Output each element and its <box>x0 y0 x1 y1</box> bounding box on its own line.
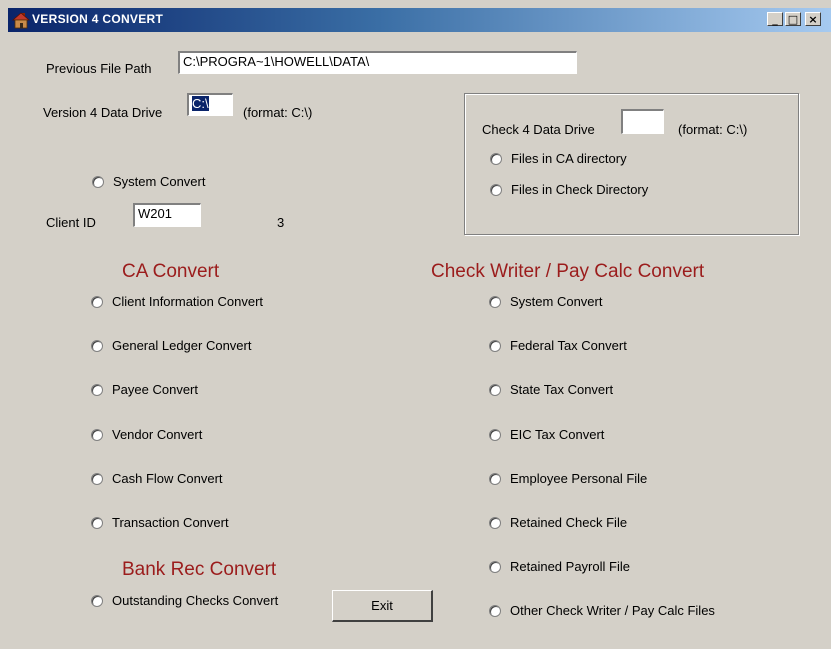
radio-circle <box>490 183 502 196</box>
radio-circle <box>91 295 103 308</box>
outstanding-checks-radio[interactable]: Outstanding Checks Convert <box>91 593 278 608</box>
radio-label: System Convert <box>113 174 206 189</box>
minimize-button[interactable]: _ <box>767 12 783 26</box>
radio-circle <box>489 604 501 617</box>
maximize-button[interactable]: □ <box>785 12 801 26</box>
radio-circle <box>489 339 501 352</box>
v4-data-drive-value: C:\ <box>192 96 209 111</box>
radio-circle <box>91 516 103 529</box>
radio-circle <box>91 594 103 607</box>
title-bar[interactable]: VERSION 4 CONVERT _ □ × <box>8 8 831 32</box>
radio-circle <box>490 152 502 165</box>
cw-radio-state-tax[interactable]: State Tax Convert <box>489 382 613 397</box>
ca-radio-payee[interactable]: Payee Convert <box>91 382 198 397</box>
radio-circle <box>91 383 103 396</box>
ca-radio-general-ledger[interactable]: General Ledger Convert <box>91 338 251 353</box>
cw-radio-retained-payroll[interactable]: Retained Payroll File <box>489 559 630 574</box>
previous-file-path-label: Previous File Path <box>46 61 152 76</box>
client-count: 3 <box>277 215 285 230</box>
radio-circle <box>489 295 501 308</box>
v4-data-drive-label: Version 4 Data Drive <box>43 105 163 120</box>
check4-drive-label: Check 4 Data Drive <box>482 122 595 137</box>
radio-circle <box>489 516 501 529</box>
radio-label: General Ledger Convert <box>112 338 252 353</box>
radio-label: Employee Personal File <box>510 471 648 486</box>
radio-circle <box>489 383 501 396</box>
radio-label: State Tax Convert <box>510 382 614 397</box>
cw-radio-federal-tax[interactable]: Federal Tax Convert <box>489 338 627 353</box>
radio-label: Files in Check Directory <box>511 182 649 197</box>
radio-circle <box>489 472 501 485</box>
close-button[interactable]: × <box>805 12 821 26</box>
radio-label: Vendor Convert <box>112 427 203 442</box>
cw-radio-eic-tax[interactable]: EIC Tax Convert <box>489 427 604 442</box>
radio-label: Other Check Writer / Pay Calc Files <box>510 603 715 618</box>
ca-radio-client-information[interactable]: Client Information Convert <box>91 294 263 309</box>
radio-label: Federal Tax Convert <box>510 338 627 353</box>
radio-label: Retained Payroll File <box>510 559 630 574</box>
ca-radio-vendor[interactable]: Vendor Convert <box>91 427 202 442</box>
radio-label: Files in CA directory <box>511 151 627 166</box>
radio-label: Transaction Convert <box>112 515 229 530</box>
radio-circle <box>91 428 103 441</box>
radio-circle <box>91 472 103 485</box>
radio-circle <box>489 428 501 441</box>
radio-label: Retained Check File <box>510 515 628 530</box>
cw-radio-employee-personal[interactable]: Employee Personal File <box>489 471 647 486</box>
radio-label: Outstanding Checks Convert <box>112 593 279 608</box>
convert-window: VERSION 4 CONVERT _ □ × Previous File Pa… <box>0 0 831 649</box>
ca-convert-header: CA Convert <box>122 261 220 282</box>
radio-label: EIC Tax Convert <box>510 427 605 442</box>
radio-label: Client Information Convert <box>112 294 264 309</box>
radio-circle <box>489 560 501 573</box>
ca-radio-transaction[interactable]: Transaction Convert <box>91 515 229 530</box>
v4-format-hint: (format: C:\) <box>243 105 313 120</box>
radio-label: Payee Convert <box>112 382 198 397</box>
cw-radio-system[interactable]: System Convert <box>489 294 602 309</box>
previous-file-path-input[interactable]: C:\PROGRA~1\HOWELL\DATA\ <box>178 51 577 74</box>
bank-rec-header: Bank Rec Convert <box>122 559 277 580</box>
client-id-label: Client ID <box>46 215 96 230</box>
v4-data-drive-input[interactable]: C:\ <box>187 93 233 116</box>
ca-radio-cash-flow[interactable]: Cash Flow Convert <box>91 471 223 486</box>
cw-radio-other-files[interactable]: Other Check Writer / Pay Calc Files <box>489 603 715 618</box>
radio-label: Cash Flow Convert <box>112 471 223 486</box>
radio-circle <box>92 175 104 188</box>
radio-circle <box>91 339 103 352</box>
client-id-input[interactable]: W201 <box>133 203 201 227</box>
check-writer-header: Check Writer / Pay Calc Convert <box>431 261 705 282</box>
window-title: VERSION 4 CONVERT <box>32 12 164 26</box>
radio-label: System Convert <box>510 294 603 309</box>
cw-radio-retained-check[interactable]: Retained Check File <box>489 515 627 530</box>
system-convert-radio[interactable]: System Convert <box>92 174 205 189</box>
exit-button[interactable]: Exit <box>332 590 433 622</box>
files-in-check-radio[interactable]: Files in Check Directory <box>490 182 648 197</box>
files-in-ca-radio[interactable]: Files in CA directory <box>490 151 627 166</box>
check4-drive-input[interactable] <box>621 109 664 134</box>
check4-format-hint: (format: C:\) <box>678 122 748 137</box>
house-icon <box>12 12 30 29</box>
